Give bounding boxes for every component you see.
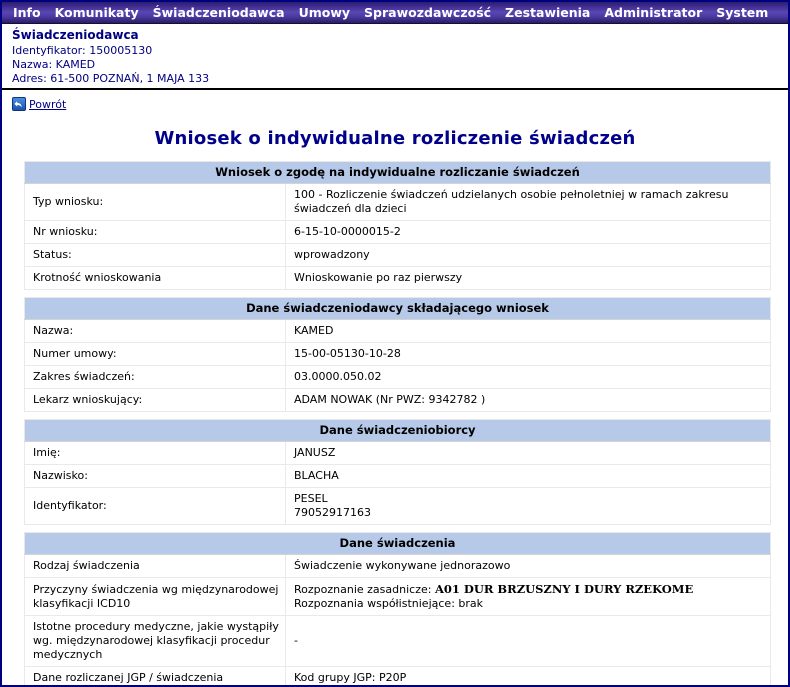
row-label-numer-umowy: Numer umowy: [24, 342, 286, 366]
section-header-row: Dane świadczeniodawcy składającego wnios… [23, 297, 772, 320]
row-label-zakres-swiadczen: Zakres świadczeń: [24, 365, 286, 389]
table-row: Rodzaj świadczenia Świadczenie wykonywan… [24, 554, 771, 578]
provider-identifier: Identyfikator: 150005130 [12, 44, 153, 57]
table-row: Typ wniosku: 100 - Rozliczenie świadczeń… [24, 183, 772, 221]
row-label-jgp: Dane rozliczanej JGP / świadczenia [24, 666, 286, 685]
menu-item-sprawozdawczosc[interactable]: Sprawozdawczość [357, 3, 498, 23]
menu-item-swiadczeniodawca[interactable]: Świadczeniodawca [146, 3, 292, 23]
form-content: Wniosek o zgodę na indywidualne rozlicza… [23, 161, 772, 685]
menu-item-info[interactable]: Info [6, 3, 48, 23]
page-title: Wniosek o indywidualne rozliczenie świad… [154, 128, 636, 149]
section-header-swiadczeniobiorca: Dane świadczeniobiorcy [23, 419, 772, 442]
back-arrow-icon [12, 97, 26, 111]
diagnosis-secondary-line: Rozpoznania współistniejące: brak [294, 597, 484, 610]
provider-heading: Świadczeniodawca [12, 28, 139, 42]
table-row: Nazwa: KAMED [24, 319, 772, 343]
main-menu-bar: Info Komunikaty Świadczeniodawca Umowy S… [2, 2, 788, 24]
table-row: Status: wprowadzony [24, 243, 772, 267]
menu-item-komunikaty[interactable]: Komunikaty [48, 3, 146, 23]
row-label-icd10: Przyczyny świadczenia wg międzynarodowej… [24, 577, 286, 616]
provider-address: Adres: 61-500 POZNAŃ, 1 MAJA 133 [12, 72, 210, 85]
row-value-lekarz: ADAM NOWAK (Nr PWZ: 9342782 ) [284, 388, 772, 412]
application-window: Info Komunikaty Świadczeniodawca Umowy S… [0, 0, 790, 687]
row-label-rodzaj-swiadczenia: Rodzaj świadczenia [24, 554, 286, 578]
section-swiadczeniobiorca-table: Dane świadczeniobiorcy Imię: JANUSZ Nazw… [23, 419, 772, 525]
table-row: Nr wniosku: 6-15-10-0000015-2 [24, 220, 772, 244]
table-row: Krotność wnioskowania Wnioskowanie po ra… [24, 266, 772, 290]
identyfikator-type: PESEL [294, 492, 328, 505]
row-label-nazwisko: Nazwisko: [24, 464, 286, 488]
row-value-zakres-swiadczen: 03.0000.050.02 [284, 365, 772, 389]
section-header-row: Dane świadczenia [24, 532, 771, 555]
row-label-typ-wniosku: Typ wniosku: [24, 183, 286, 221]
table-row: Numer umowy: 15-00-05130-10-28 [24, 342, 772, 366]
row-value-jgp: Kod grupy JGP: P20P [285, 666, 771, 685]
row-value-typ-wniosku: 100 - Rozliczenie świadczeń udzielanych … [284, 183, 772, 221]
row-value-procedury: - [285, 615, 771, 667]
diagnosis-primary-code: A01 DUR BRZUSZNY I DURY RZEKOME [434, 582, 694, 596]
menu-item-administrator[interactable]: Administrator [597, 3, 709, 23]
menu-item-system[interactable]: System [709, 3, 775, 23]
row-label-nr-wniosku: Nr wniosku: [24, 220, 286, 244]
back-link[interactable]: Powrót [12, 97, 66, 111]
row-value-numer-umowy: 15-00-05130-10-28 [284, 342, 772, 366]
row-label-procedury: Istotne procedury medyczne, jakie wystąp… [24, 615, 286, 667]
row-value-nazwisko: BLACHA [284, 464, 772, 488]
row-label-lekarz: Lekarz wnioskujący: [24, 388, 286, 412]
table-row: Istotne procedury medyczne, jakie wystąp… [24, 615, 771, 667]
table-row: Dane rozliczanej JGP / świadczenia Kod g… [24, 666, 771, 685]
section-header-row: Wniosek o zgodę na indywidualne rozlicza… [23, 161, 772, 184]
table-row: Identyfikator: PESEL 79052917163 [24, 487, 772, 525]
table-row: Imię: JANUSZ [24, 441, 772, 465]
section-wniosek-table: Wniosek o zgodę na indywidualne rozlicza… [23, 161, 772, 290]
provider-info-panel: Świadczeniodawca Identyfikator: 15000513… [2, 24, 788, 90]
row-label-imie: Imię: [24, 441, 286, 465]
back-link-bar: Powrót [2, 90, 788, 118]
row-label-identyfikator: Identyfikator: [24, 487, 286, 525]
row-label-krotnosc: Krotność wnioskowania [24, 266, 286, 290]
section-swiadczeniodawca-table: Dane świadczeniodawcy składającego wnios… [23, 297, 772, 412]
diagnosis-primary-prefix: Rozpoznanie zasadnicze: [294, 583, 435, 596]
menu-item-umowy[interactable]: Umowy [292, 3, 357, 23]
section-header-swiadczeniodawca: Dane świadczeniodawcy składającego wnios… [23, 297, 772, 320]
row-value-rodzaj-swiadczenia: Świadczenie wykonywane jednorazowo [285, 554, 771, 578]
row-value-imie: JANUSZ [284, 441, 772, 465]
table-row: Zakres świadczeń: 03.0000.050.02 [24, 365, 772, 389]
section-swiadczenie-table: Dane świadczenia Rodzaj świadczenia Świa… [24, 532, 771, 685]
row-value-nazwa: KAMED [284, 319, 772, 343]
row-value-icd10: Rozpoznanie zasadnicze: A01 DUR BRZUSZNY… [285, 577, 771, 616]
row-label-status: Status: [24, 243, 286, 267]
back-link-label: Powrót [29, 97, 67, 111]
menu-item-zestawienia[interactable]: Zestawienia [498, 3, 597, 23]
table-row: Przyczyny świadczenia wg międzynarodowej… [24, 577, 771, 616]
row-value-identyfikator: PESEL 79052917163 [284, 487, 772, 525]
table-row: Lekarz wnioskujący: ADAM NOWAK (Nr PWZ: … [24, 388, 772, 412]
identyfikator-number: 79052917163 [294, 506, 371, 519]
section-header-wniosek: Wniosek o zgodę na indywidualne rozlicza… [23, 161, 772, 184]
row-value-nr-wniosku: 6-15-10-0000015-2 [284, 220, 772, 244]
provider-name: Nazwa: KAMED [12, 58, 96, 71]
table-row: Nazwisko: BLACHA [24, 464, 772, 488]
section-header-swiadczenie: Dane świadczenia [24, 532, 771, 555]
row-value-krotnosc: Wnioskowanie po raz pierwszy [284, 266, 772, 290]
row-label-nazwa: Nazwa: [24, 319, 286, 343]
row-value-status: wprowadzony [284, 243, 772, 267]
section-header-row: Dane świadczeniobiorcy [23, 419, 772, 442]
diagnosis-primary-line: Rozpoznanie zasadnicze: A01 DUR BRZUSZNY… [294, 582, 764, 597]
